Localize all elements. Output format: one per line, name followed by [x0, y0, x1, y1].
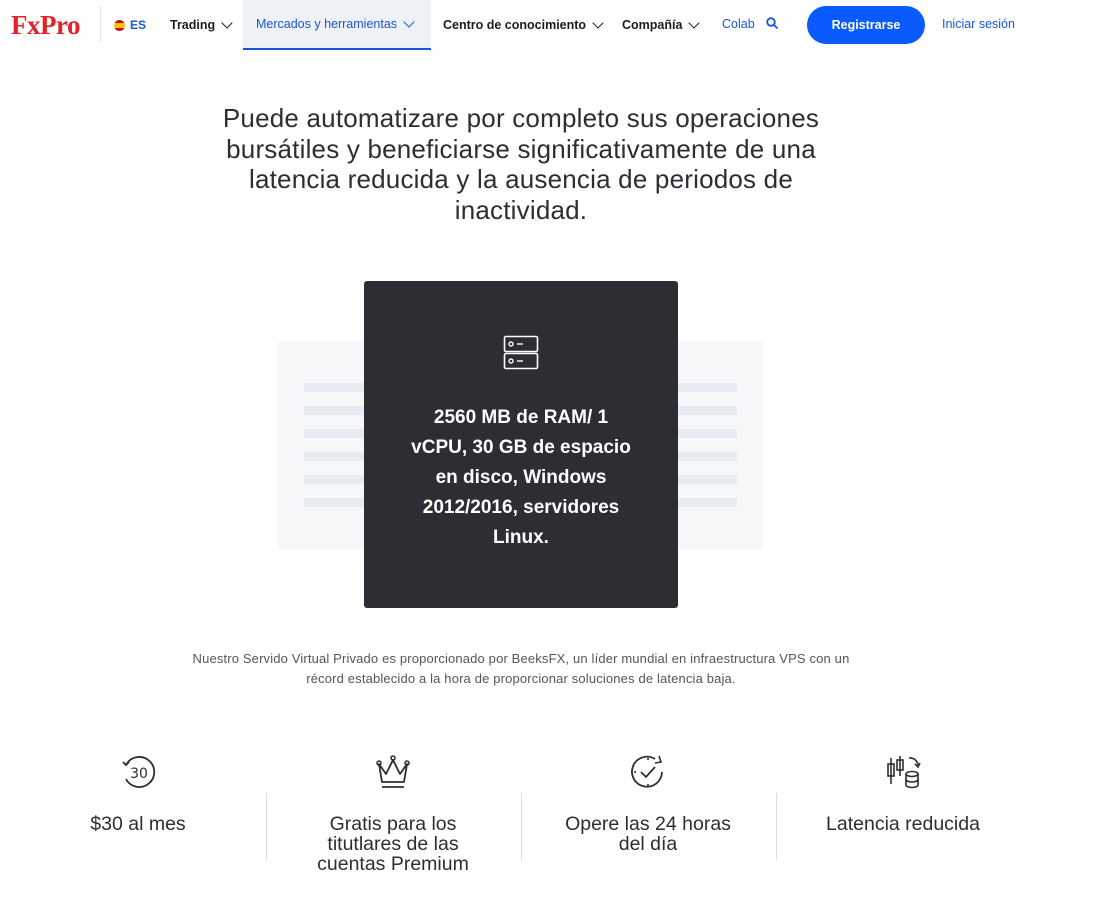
- placeholder-line: [678, 383, 737, 392]
- chevron-down-icon: [592, 17, 604, 29]
- register-button[interactable]: Registrarse: [807, 6, 925, 44]
- placeholder-line: [678, 406, 737, 415]
- server-icon: [503, 335, 539, 370]
- nav-compania-label: Compañía: [622, 18, 683, 32]
- clock-check-icon: [631, 755, 663, 788]
- feature-latency-label: Latencia reducida: [826, 813, 980, 835]
- crown-icon: [376, 755, 410, 788]
- language-selector[interactable]: ES: [114, 17, 146, 33]
- top-navigation-bar: FxPro ES Trading Mercados y herramientas…: [0, 0, 1094, 50]
- feature-premium-label: Gratis para los titutlares de las cuenta…: [317, 813, 469, 875]
- nav-mercados-label: Mercados y herramientas: [256, 17, 398, 31]
- feature-24h: Opere las 24 horas del día: [521, 752, 775, 854]
- colab-link[interactable]: Colab: [722, 17, 755, 31]
- chevron-down-icon: [221, 17, 233, 29]
- vps-spec-text: 2560 MB de RAM/ 1 vCPU, 30 GB de espacio…: [411, 407, 631, 548]
- nav-mercados-y-herramientas[interactable]: Mercados y herramientas: [243, 0, 431, 50]
- nav-compania[interactable]: Compañía: [609, 0, 711, 50]
- feature-premium: Gratis para los titutlares de las cuenta…: [266, 752, 520, 874]
- feature-price: 30 $30 al mes: [11, 752, 265, 834]
- nav-trading-label: Trading: [170, 18, 216, 32]
- placeholder-line: [678, 452, 737, 461]
- hero-heading: Puede automatizare por completo sus oper…: [222, 103, 820, 225]
- feature-24h-label: Opere las 24 horas del día: [565, 813, 731, 855]
- nav-centro-label: Centro de conocimiento: [443, 18, 587, 32]
- placeholder-line: [678, 429, 737, 438]
- nav-centro-de-conocimiento[interactable]: Centro de conocimiento: [430, 0, 615, 50]
- language-label: ES: [130, 18, 147, 32]
- spain-flag-icon: [114, 19, 125, 31]
- feature-price-label: $30 al mes: [90, 813, 186, 835]
- vps-spec-card: 2560 MB de RAM/ 1 vCPU, 30 GB de espacio…: [364, 281, 678, 608]
- search-icon[interactable]: [766, 17, 778, 29]
- provider-description: Nuestro Servido Virtual Privado es propo…: [192, 651, 850, 686]
- chevron-down-icon: [688, 17, 701, 29]
- feature-latency: Latencia reducida: [776, 752, 1030, 834]
- header-divider: [100, 6, 101, 42]
- fxpro-logo[interactable]: FxPro: [11, 8, 80, 42]
- chevron-down-icon: [403, 16, 415, 28]
- svg-text:30: 30: [130, 766, 148, 782]
- placeholder-line: [678, 475, 737, 484]
- nav-trading[interactable]: Trading: [157, 0, 244, 50]
- candles-coins-icon: [887, 756, 921, 789]
- placeholder-line: [678, 498, 737, 507]
- thirty-icon: 30: [122, 756, 156, 788]
- login-link[interactable]: Iniciar sesión: [942, 17, 1015, 31]
